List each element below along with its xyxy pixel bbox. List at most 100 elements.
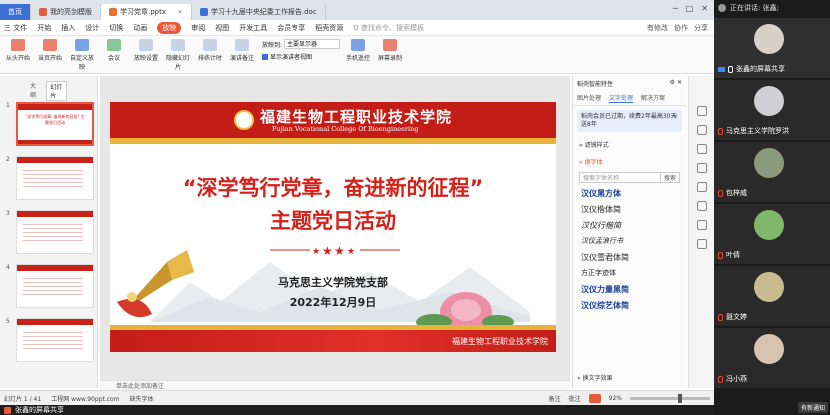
slide-thumbnail-3[interactable]: [16, 210, 94, 254]
font-item[interactable]: 汉仪行楷简: [573, 217, 686, 233]
slide-thumbnail-5[interactable]: [16, 318, 94, 362]
search-button[interactable]: 搜索: [659, 173, 676, 182]
minimize-icon[interactable]: ─: [673, 4, 678, 13]
close-window-icon[interactable]: ✕: [701, 4, 708, 13]
participant-name: 叶倩: [718, 250, 740, 260]
participant-tile[interactable]: 聂文婷: [714, 266, 830, 326]
slide-thumbnail-4[interactable]: [16, 264, 94, 308]
svg-text:★: ★: [334, 244, 345, 258]
settings-icon[interactable]: ⚙: [670, 79, 675, 86]
status-bar: 幻灯片 1 / 41 工程网 www.90ppt.com 缺失字体 备注 批注 …: [0, 390, 714, 405]
screen-share-bar: 张鑫的屏幕共享: [0, 405, 714, 415]
font-item[interactable]: 汉仪黑方体: [573, 185, 686, 201]
speaker-notes-button[interactable]: 演讲备注: [228, 39, 256, 62]
maximize-icon[interactable]: □: [686, 4, 694, 13]
thumb-lines: [23, 275, 83, 295]
phone-remote-button[interactable]: 手机遥控: [344, 39, 372, 62]
tool-icon[interactable]: [696, 220, 707, 230]
font-item[interactable]: 汉仪孟浪行书: [573, 233, 686, 249]
thumb-band: [17, 157, 93, 163]
command-search[interactable]: Q 查找命令、搜索模板: [353, 23, 424, 33]
font-item[interactable]: 汉仪雪君体简: [573, 249, 686, 265]
play-current-button[interactable]: 当页开始: [36, 39, 64, 62]
participant-name: 冯小燕: [718, 374, 747, 384]
participant-tile[interactable]: 冯小燕: [714, 328, 830, 388]
font-item[interactable]: 汉仪楷体简: [573, 201, 686, 217]
new-message-badge[interactable]: 有新通知: [797, 402, 828, 413]
tool-icon[interactable]: [696, 125, 707, 135]
menu-vip[interactable]: 会员专享: [277, 23, 305, 33]
thumb-title: "深学笃行党章, 奋进新的征程" 主题党日活动: [25, 114, 85, 125]
current-slide[interactable]: 福建生物工程职业技术学院 Fujian Vocational College O…: [110, 102, 556, 352]
close-icon[interactable]: ✕: [677, 79, 682, 86]
zoom-slider[interactable]: [630, 393, 710, 403]
font-search-input[interactable]: 搜索字体名称 搜索: [579, 172, 680, 183]
tab-template[interactable]: 我的亮剑模版: [31, 4, 101, 20]
menu-home[interactable]: 开始: [37, 23, 51, 33]
meeting-button[interactable]: 会议: [100, 39, 128, 62]
presenter-view-checkbox[interactable]: 显示演讲者视图: [262, 52, 340, 61]
tab-solutions[interactable]: 解决方案: [641, 93, 665, 103]
tool-icon[interactable]: [696, 182, 707, 192]
tab-doc[interactable]: 学习十九届中央纪委工作报告.doc: [192, 4, 326, 20]
close-icon[interactable]: ×: [177, 8, 183, 16]
menu-docer[interactable]: 稻壳资源: [315, 23, 343, 33]
smart-feature-panel: 稻壳智能特性 ⚙ ✕ 图片处理 文字处理 解决方案 稻壳会员已过期，续费2年最高…: [572, 76, 686, 388]
notes-toggle[interactable]: 备注: [549, 394, 561, 403]
menu-view[interactable]: 视图: [215, 23, 229, 33]
tab-image-processing[interactable]: 图片处理: [577, 93, 601, 103]
tool-icon[interactable]: [696, 106, 707, 116]
tool-icon[interactable]: [696, 144, 707, 154]
section-change-font[interactable]: » 换字体: [573, 153, 686, 170]
menu-design[interactable]: 设计: [85, 23, 99, 33]
zoom-thumb[interactable]: [678, 393, 682, 403]
avatar: [754, 24, 784, 54]
menu-developer[interactable]: 开发工具: [239, 23, 267, 33]
menu-file[interactable]: 三 文件: [4, 23, 27, 33]
slideshow-settings-button[interactable]: 放映设置: [132, 39, 160, 62]
play-slideshow-icon[interactable]: [588, 393, 601, 403]
play-from-start-button[interactable]: 从头开始: [4, 39, 32, 62]
tab-slides[interactable]: 幻灯片: [46, 81, 67, 101]
comments-toggle[interactable]: 批注: [569, 394, 581, 403]
membership-notice: 稻壳会员已过期，续费2年最高30天送8年 ✕: [577, 110, 682, 132]
screen-record-button[interactable]: 屏幕录制: [376, 39, 404, 62]
tab-home[interactable]: 首页: [0, 4, 31, 20]
slide-thumbnail-1[interactable]: "深学笃行党章, 奋进新的征程" 主题党日活动: [16, 102, 94, 146]
tab-text-processing[interactable]: 文字处理: [609, 93, 634, 103]
participant-tile[interactable]: 包梓威: [714, 142, 830, 202]
ribbon: 从头开始 当页开始 自定义放映 会议 放映设置 隐藏幻灯片 排练计时 演讲备注 …: [0, 36, 714, 74]
menu-transition[interactable]: 切换: [109, 23, 123, 33]
rehearse-timing-button[interactable]: 排练计时: [196, 39, 224, 62]
avatar: [754, 334, 784, 364]
menu-animation[interactable]: 动画: [133, 23, 147, 33]
share-button[interactable]: 分享: [694, 23, 708, 33]
tab-outline[interactable]: 大纲: [30, 81, 38, 101]
tool-icon[interactable]: [696, 163, 707, 173]
tool-icon[interactable]: [696, 239, 707, 249]
participant-tile[interactable]: 张鑫的屏幕共享: [714, 18, 830, 78]
menu-slideshow[interactable]: 放映: [157, 21, 182, 34]
tab-label: 我的亮剑模版: [50, 8, 92, 16]
thumb-number: 2: [6, 156, 10, 163]
tab-pptx[interactable]: 学习党章.pptx ×: [101, 4, 192, 20]
font-item[interactable]: 汉仪力量黑简: [573, 281, 686, 297]
menu-insert[interactable]: 插入: [61, 23, 75, 33]
participant-tile[interactable]: 叶倩: [714, 204, 830, 264]
monitor-select[interactable]: 主要显示器: [284, 39, 341, 49]
missing-font-button[interactable]: 缺失字体: [130, 394, 154, 403]
tool-icon[interactable]: [696, 201, 707, 211]
font-item[interactable]: 汉仪综艺体简: [573, 297, 686, 313]
notes-field[interactable]: 单击此处添加备注: [100, 380, 570, 390]
font-item[interactable]: 方正字迹体: [573, 265, 686, 281]
participant-tile[interactable]: 马克思主义学院罗洪: [714, 80, 830, 140]
hide-slide-button[interactable]: 隐藏幻灯片: [164, 39, 192, 71]
panel-icons: ⚙ ✕: [670, 79, 682, 88]
custom-show-button[interactable]: 自定义放映: [68, 39, 96, 71]
section-text-effect[interactable]: » 换文字效果: [577, 373, 613, 382]
section-filter[interactable]: » 滤镜样式: [573, 136, 686, 153]
close-icon[interactable]: ✕: [673, 113, 678, 121]
slide-thumbnail-2[interactable]: [16, 156, 94, 200]
menu-review[interactable]: 审阅: [191, 23, 205, 33]
collab-button[interactable]: 协作: [674, 23, 688, 33]
